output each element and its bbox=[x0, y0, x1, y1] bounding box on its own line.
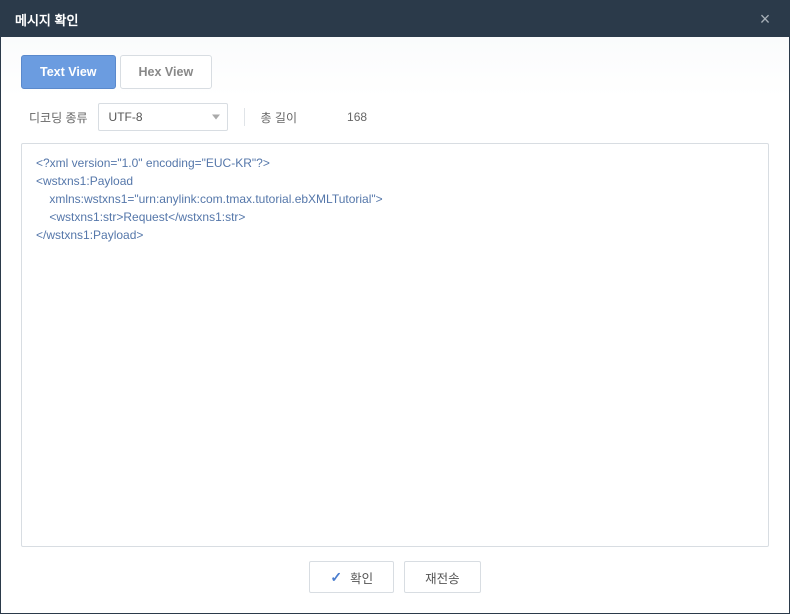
decoding-label: 디코딩 종류 bbox=[29, 109, 88, 126]
resend-button[interactable]: 재전송 bbox=[404, 561, 481, 593]
message-dialog: 메시지 확인 × Text View Hex View 디코딩 종류 UTF-8… bbox=[0, 0, 790, 614]
dialog-title: 메시지 확인 bbox=[15, 10, 78, 29]
titlebar: 메시지 확인 × bbox=[1, 1, 789, 37]
tab-hex-view[interactable]: Hex View bbox=[120, 55, 213, 89]
total-length-value: 168 bbox=[347, 110, 367, 124]
close-icon[interactable]: × bbox=[755, 9, 775, 29]
message-content[interactable]: <?xml version="1.0" encoding="EUC-KR"?> … bbox=[21, 143, 769, 547]
confirm-button-label: 확인 bbox=[350, 568, 373, 587]
controls-row: 디코딩 종류 UTF-8 총 길이 168 bbox=[21, 103, 769, 131]
encoding-select-value: UTF-8 bbox=[98, 103, 228, 131]
tab-text-view[interactable]: Text View bbox=[21, 55, 116, 89]
resend-button-label: 재전송 bbox=[425, 568, 460, 587]
dialog-content: Text View Hex View 디코딩 종류 UTF-8 총 길이 168… bbox=[1, 37, 789, 613]
confirm-button[interactable]: ✓ 확인 bbox=[309, 561, 394, 593]
divider bbox=[244, 108, 245, 126]
check-icon: ✓ bbox=[330, 569, 342, 586]
tabs: Text View Hex View bbox=[21, 55, 769, 89]
dialog-footer: ✓ 확인 재전송 bbox=[21, 547, 769, 597]
total-length-label: 총 길이 bbox=[261, 109, 297, 126]
encoding-select[interactable]: UTF-8 bbox=[98, 103, 228, 131]
